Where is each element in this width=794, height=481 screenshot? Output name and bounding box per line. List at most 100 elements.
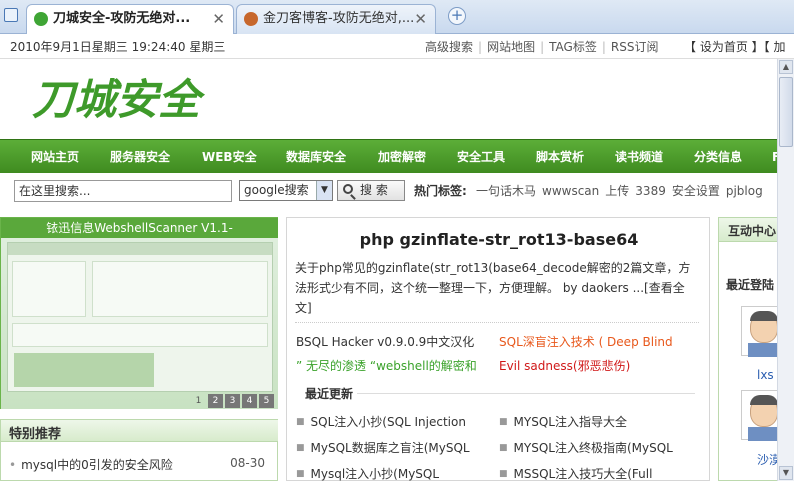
article-link[interactable]: ” 无尽的渗透 “webshell的解密和 — [296, 357, 477, 374]
list-item[interactable]: ■ MySQL数据库之盲注(MySQL — [296, 439, 470, 456]
nav-classified[interactable]: 分类信息 — [694, 140, 742, 174]
site-logo[interactable]: 刀城安全 — [32, 72, 232, 124]
article-link[interactable]: BSQL Hacker v0.9.0.9中文汉化 — [296, 333, 474, 350]
advanced-search-link[interactable]: 高级搜索 — [425, 40, 473, 54]
interaction-title: 互动中心 — [728, 224, 777, 238]
list-item[interactable]: ■ MYSQL注入终极指南(MySQL — [499, 439, 673, 456]
recommend-box: 特别推荐 • mysql中的0引发的安全风险 08-30 — [0, 419, 278, 481]
blog-favicon-icon — [244, 12, 258, 26]
nav-home[interactable]: 网站主页 — [31, 140, 79, 174]
date-time: 2010年9月1日星期三 19:24:40 星期三 — [10, 40, 226, 54]
scroll-thumb[interactable] — [779, 77, 793, 147]
new-tab-button[interactable]: + — [448, 7, 466, 25]
close-tab-icon[interactable]: ✕ — [212, 5, 225, 33]
logo-text: 刀城安全 — [32, 75, 206, 124]
chevron-down-icon: ▼ — [316, 181, 332, 200]
separator: | — [540, 40, 545, 54]
slide-pager: 12345 — [189, 392, 274, 408]
main-nav: 网站主页 服务器安全 WEB安全 数据库安全 加密解密 安全工具 脚本赏析 读书… — [0, 139, 794, 173]
slide-page[interactable]: 5 — [259, 394, 274, 408]
nav-scripts[interactable]: 脚本赏析 — [536, 140, 584, 174]
hot-tags-label: 热门标签: — [414, 184, 467, 198]
tag-link[interactable]: TAG标签 — [549, 40, 597, 54]
latest-link[interactable]: MYSQL注入指导大全 — [514, 415, 627, 429]
hot-tags: 一句话木马 wwwscan 上传 3389 安全设置 pjblog — [476, 182, 769, 199]
search-engine-select[interactable]: google搜索 ▼ — [239, 180, 333, 201]
search-button[interactable]: 搜 索 — [337, 180, 405, 201]
slide-page[interactable]: 4 — [242, 394, 257, 408]
recommend-date: 08-30 — [230, 456, 265, 470]
site-favicon-icon — [34, 12, 48, 26]
tab-jindaoke[interactable]: 金刀客博客-攻防无绝对,... ✕ — [236, 4, 436, 34]
recent-login-title: 最近登陆 — [726, 278, 775, 292]
search-bar: 在这里搜索... google搜索 ▼ 搜 索 热门标签: 一句话木马 wwwsc… — [0, 175, 794, 207]
featured-article: php gzinflate-str_rot13-base64 关于php常见的g… — [286, 217, 710, 481]
scroll-down-icon[interactable]: ▼ — [779, 466, 793, 480]
slide-page[interactable]: 2 — [208, 394, 223, 408]
bullet-icon: ■ — [296, 417, 305, 427]
nav-tools[interactable]: 安全工具 — [457, 140, 505, 174]
recommend-title: 特别推荐 — [9, 427, 62, 442]
bullet-icon: • — [9, 458, 17, 472]
slideshow: 铱迅信息WebshellScanner V1.1- 12345 — [0, 217, 278, 409]
browser-menu-icon[interactable] — [4, 8, 18, 22]
list-item[interactable]: ■ SQL注入小抄(SQL Injection — [296, 413, 466, 430]
hot-tag[interactable]: pjblog — [726, 184, 763, 198]
top-links: 高级搜索 | 网站地图 | TAG标签 | RSS订阅 — [425, 36, 658, 58]
latest-link[interactable]: MSSQL注入技巧大全(Full — [514, 467, 653, 481]
latest-link[interactable]: Mysql注入小抄(MySQL — [311, 467, 440, 481]
site-topbar: 2010年9月1日星期三 19:24:40 星期三 高级搜索 | 网站地图 | TAG标… — [0, 35, 794, 59]
close-tab-icon[interactable]: ✕ — [414, 5, 427, 33]
tab-daocheng[interactable]: 刀城安全-攻防无绝对... ✕ — [26, 4, 234, 34]
nav-reading[interactable]: 读书频道 — [615, 140, 663, 174]
nav-web-security[interactable]: WEB安全 — [202, 140, 257, 174]
nav-db-security[interactable]: 数据库安全 — [286, 140, 346, 174]
user-name[interactable]: lxs — [757, 368, 774, 382]
bullet-icon: ■ — [296, 469, 305, 479]
slide-page[interactable]: 1 — [191, 394, 206, 408]
search-button-label: 搜 索 — [360, 183, 388, 197]
bullet-icon: ■ — [296, 443, 305, 453]
slide-image[interactable]: 12345 — [1, 238, 278, 409]
separator: | — [601, 40, 606, 54]
article-link[interactable]: SQL深盲注入技术 ( Deep Blind — [499, 333, 673, 350]
article-link[interactable]: Evil sadness(邪恶悲伤) — [499, 357, 630, 374]
page-scrollbar[interactable]: ▲ ▼ — [777, 59, 794, 481]
rss-link[interactable]: RSS订阅 — [611, 40, 659, 54]
separator: | — [478, 40, 483, 54]
search-input[interactable]: 在这里搜索... — [14, 180, 232, 202]
bullet-icon: ■ — [499, 417, 508, 427]
browser-tab-strip: 刀城安全-攻防无绝对... ✕ 金刀客博客-攻防无绝对,... ✕ + — [0, 0, 794, 34]
hot-tag[interactable]: wwwscan — [542, 184, 599, 198]
slide-page[interactable]: 3 — [225, 394, 240, 408]
latest-link[interactable]: SQL注入小抄(SQL Injection — [311, 415, 466, 429]
scroll-up-icon[interactable]: ▲ — [779, 60, 793, 74]
latest-title: 最近更新 — [305, 387, 354, 401]
article-summary: 关于php常见的gzinflate(str_rot13(base64_decod… — [295, 261, 691, 315]
hot-tag[interactable]: 安全设置 — [672, 184, 720, 198]
nav-server-security[interactable]: 服务器安全 — [110, 140, 170, 174]
recommend-link[interactable]: mysql中的0引发的安全风险 — [21, 458, 173, 472]
bullet-icon: ■ — [499, 469, 508, 479]
hot-tag[interactable]: 上传 — [605, 184, 629, 198]
divider — [295, 322, 699, 323]
latest-link[interactable]: MYSQL注入终极指南(MySQL — [514, 441, 673, 455]
slide-title[interactable]: 铱迅信息WebshellScanner V1.1- — [1, 218, 278, 238]
tab-title: 刀城安全-攻防无绝对... — [53, 11, 191, 26]
list-item[interactable]: ■ MSSQL注入技巧大全(Full — [499, 465, 652, 481]
latest-link[interactable]: MySQL数据库之盲注(MySQL — [311, 441, 470, 455]
search-icon — [343, 184, 353, 194]
nav-crypto[interactable]: 加密解密 — [378, 140, 426, 174]
hot-tag[interactable]: 3389 — [635, 184, 666, 198]
article-title[interactable]: php gzinflate-str_rot13-base64 — [287, 230, 711, 249]
list-item[interactable]: • mysql中的0引发的安全风险 08-30 — [9, 456, 265, 473]
sitemap-link[interactable]: 网站地图 — [487, 40, 535, 54]
tab-title: 金刀客博客-攻防无绝对,... — [263, 11, 415, 26]
divider — [357, 393, 695, 394]
list-item[interactable]: ■ MYSQL注入指导大全 — [499, 413, 627, 430]
recommend-header: 特别推荐 — [1, 420, 278, 442]
set-homepage-link[interactable]: 【 设为首页 】【 加 — [684, 36, 785, 58]
list-item[interactable]: ■ Mysql注入小抄(MySQL — [296, 465, 439, 481]
search-engine-value: google搜索 — [244, 183, 309, 197]
hot-tag[interactable]: 一句话木马 — [476, 184, 536, 198]
